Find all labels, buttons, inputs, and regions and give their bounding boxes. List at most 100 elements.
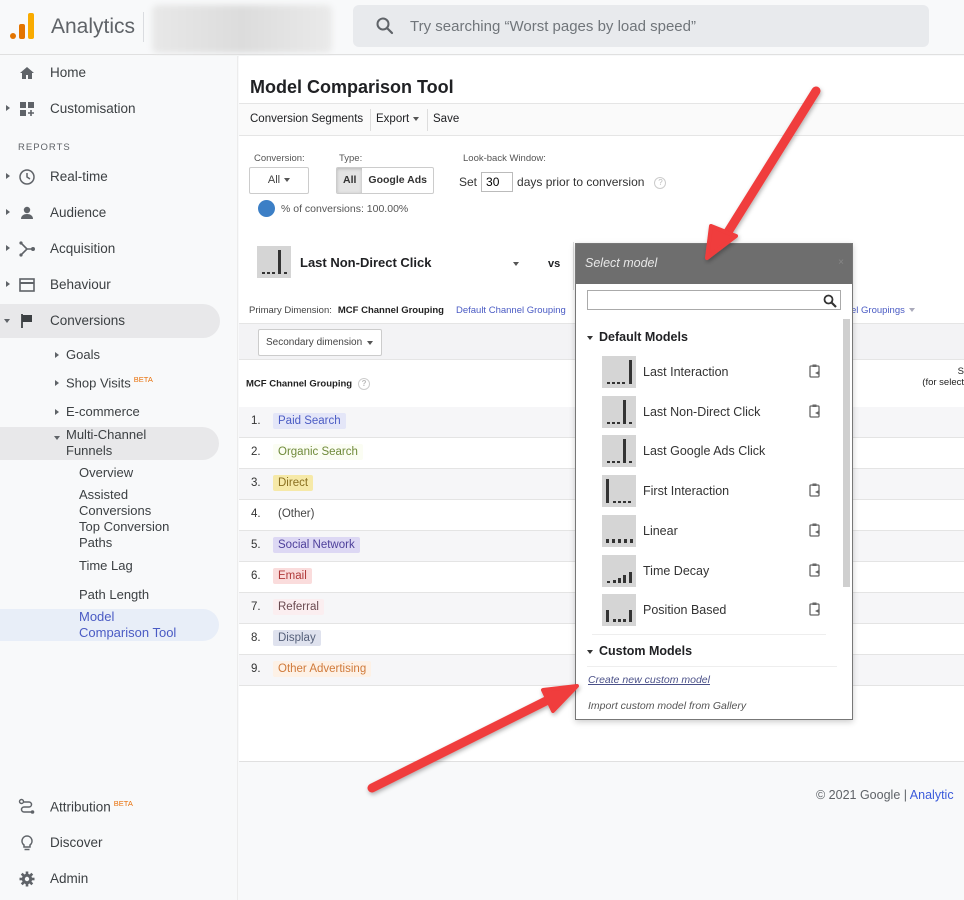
search-bar[interactable]: Try searching “Worst pages by load speed… <box>353 5 929 47</box>
sidebar-label: Attribution BETA <box>50 799 133 815</box>
help-icon[interactable]: ? <box>358 378 371 390</box>
channel-link[interactable]: Display <box>273 630 321 646</box>
sidebar-item-behaviour[interactable]: Behaviour <box>0 268 220 302</box>
channel-link[interactable]: Other Advertising <box>273 661 372 677</box>
channel-link[interactable]: Email <box>273 568 312 584</box>
channel-link[interactable]: Paid Search <box>273 413 346 429</box>
channel-link[interactable]: Organic Search <box>273 444 363 460</box>
model-name: Linear <box>643 523 678 538</box>
copy-model-icon[interactable] <box>809 602 821 616</box>
model-option[interactable]: Last Interaction <box>602 356 826 388</box>
sidebar-item-model-comparison-tool[interactable]: Model Comparison Tool <box>79 609 176 641</box>
model-option[interactable]: Time Decay <box>602 554 826 587</box>
conversion-dropdown[interactable]: All <box>249 167 309 194</box>
channel-groupings-dropdown[interactable]: el Groupings <box>851 305 915 316</box>
type-google-ads-button[interactable]: Google Ads <box>362 168 433 193</box>
copy-model-icon[interactable] <box>809 523 821 537</box>
expand-caret-icon[interactable] <box>6 105 10 111</box>
model-option[interactable]: First Interaction <box>602 475 826 508</box>
collapse-caret-icon[interactable] <box>4 319 10 323</box>
sidebar-item-conversions[interactable]: Conversions <box>0 304 220 338</box>
column-header-mcf-channel[interactable]: MCF Channel Grouping? <box>246 378 371 390</box>
sidebar-item-shop-visits[interactable]: Shop Visits BETA <box>55 375 153 390</box>
page-title: Model Comparison Tool <box>250 77 454 97</box>
copy-model-icon[interactable] <box>809 404 821 418</box>
model-option[interactable]: Linear <box>602 514 826 547</box>
save-button[interactable]: Save <box>433 113 459 125</box>
expand-caret-icon[interactable] <box>6 209 10 215</box>
close-icon[interactable]: × <box>838 257 844 268</box>
sidebar-item-assisted-conversions[interactable]: Assisted Conversions <box>79 487 151 519</box>
default-channel-grouping-link[interactable]: Default Channel Grouping <box>456 305 566 316</box>
expand-caret-icon[interactable] <box>6 245 10 251</box>
sidebar-label: Funnels <box>66 443 113 458</box>
sidebar-item-attribution[interactable]: Attribution BETA <box>0 790 220 824</box>
sidebar-item-top-conversion-paths[interactable]: Top Conversion Paths <box>79 519 169 551</box>
model-chart-icon <box>602 395 636 428</box>
custom-models-section[interactable]: Custom Models <box>587 644 692 658</box>
channel-link[interactable]: Direct <box>273 475 314 491</box>
sidebar-item-audience[interactable]: Audience <box>0 196 220 230</box>
divider <box>143 12 144 42</box>
sidebar-item-home[interactable]: Home <box>0 56 220 90</box>
sidebar-item-discover[interactable]: Discover <box>0 826 220 860</box>
sidebar-item-ecommerce[interactable]: E-commerce <box>55 404 140 419</box>
beta-badge: BETA <box>133 375 153 384</box>
collapse-caret-icon[interactable] <box>54 436 60 440</box>
channel-link[interactable]: Referral <box>273 599 324 615</box>
sidebar-item-admin[interactable]: Admin <box>0 862 220 896</box>
sidebar-item-realtime[interactable]: Real-time <box>0 160 220 194</box>
row-number: 3. <box>251 477 261 489</box>
sidebar-item-customisation[interactable]: Customisation <box>0 92 220 126</box>
secondary-dimension-dropdown[interactable]: Secondary dimension <box>258 329 382 356</box>
expand-caret-icon[interactable] <box>6 173 10 179</box>
model-option[interactable]: Position Based <box>602 594 826 627</box>
chevron-down-icon <box>908 308 915 313</box>
sidebar-item-time-lag[interactable]: Time Lag <box>79 558 133 574</box>
search-placeholder: Try searching “Worst pages by load speed… <box>410 18 696 35</box>
type-label: Type: <box>339 153 363 164</box>
sidebar-item-goals[interactable]: Goals <box>55 347 100 362</box>
copy-model-icon[interactable] <box>809 364 821 378</box>
lookback-days-input[interactable] <box>481 172 514 192</box>
model-option[interactable]: Last Google Ads Click <box>602 435 826 468</box>
expand-caret-icon[interactable] <box>6 281 10 287</box>
copy-model-icon[interactable] <box>809 483 821 497</box>
divider <box>592 634 826 635</box>
analytics-logo-icon[interactable] <box>10 13 34 39</box>
dropdown-scrollbar[interactable] <box>843 319 850 587</box>
secondary-dimension-label: Secondary dimension <box>266 337 363 348</box>
expand-caret-icon[interactable] <box>55 352 59 358</box>
footer: © 2021 Google | Analytic <box>816 788 954 802</box>
row-number: 4. <box>251 508 261 520</box>
expand-caret-icon[interactable] <box>55 380 59 386</box>
divider <box>573 242 574 290</box>
type-toggle: All Google Ads <box>336 167 434 194</box>
conversion-segments-button[interactable]: Conversion Segments <box>250 113 363 125</box>
model-search-input[interactable] <box>587 290 841 310</box>
expand-caret-icon[interactable] <box>55 409 59 415</box>
model-option[interactable]: Last Non-Direct Click <box>602 395 826 428</box>
footer-analytics-link[interactable]: Analytic <box>910 788 954 802</box>
sidebar-item-path-length[interactable]: Path Length <box>79 587 149 603</box>
create-custom-model-link[interactable]: Create new custom model <box>588 674 710 686</box>
sidebar-label: Top Conversion <box>79 519 170 534</box>
sidebar-item-overview[interactable]: Overview <box>79 465 133 481</box>
account-selector[interactable] <box>152 5 332 53</box>
select-model-header[interactable]: Select model × <box>576 244 852 284</box>
model-selector-1[interactable]: Last Non-Direct Click <box>257 246 522 280</box>
default-models-section[interactable]: Default Models <box>587 330 688 344</box>
groupings-label: el Groupings <box>851 305 905 316</box>
copy-model-icon[interactable] <box>809 563 821 577</box>
channel-link[interactable]: Social Network <box>273 537 360 553</box>
sidebar-item-multi-channel-funnels[interactable]: Multi-Channel Funnels <box>54 427 146 459</box>
import-custom-model-link[interactable]: Import custom model from Gallery <box>588 700 746 712</box>
reports-section-label: REPORTS <box>18 142 71 153</box>
dashboard-icon <box>20 102 34 116</box>
channel-link[interactable]: (Other) <box>273 506 319 522</box>
export-button[interactable]: Export <box>376 113 420 125</box>
model-name: Time Decay <box>643 563 710 578</box>
type-all-button[interactable]: All <box>337 168 363 193</box>
sidebar-item-acquisition[interactable]: Acquisition <box>0 232 220 266</box>
help-icon[interactable]: ? <box>654 176 667 189</box>
